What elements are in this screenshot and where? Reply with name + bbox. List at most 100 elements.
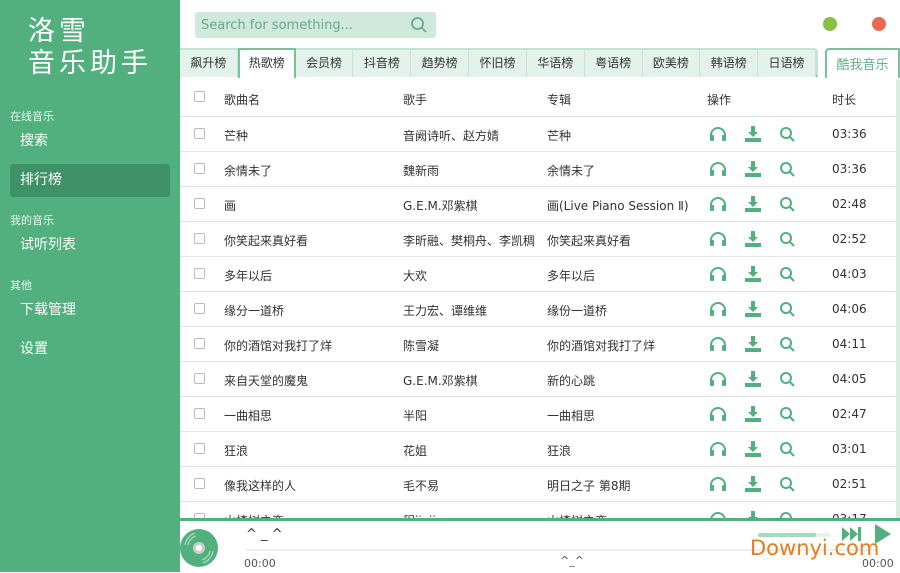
tab-chart-7[interactable]: 粤语榜 bbox=[584, 50, 643, 77]
download-icon[interactable] bbox=[744, 511, 762, 518]
listen-icon[interactable] bbox=[709, 161, 727, 177]
tab-chart-5[interactable]: 怀旧榜 bbox=[469, 50, 527, 77]
table-row[interactable]: 多年以后 大欢 多年以后 04:03 bbox=[180, 257, 896, 292]
search-song-icon[interactable] bbox=[779, 511, 797, 518]
download-icon[interactable] bbox=[744, 371, 762, 387]
search-input[interactable] bbox=[195, 12, 405, 38]
row-checkbox[interactable] bbox=[194, 303, 205, 314]
table-row[interactable]: 来自天堂的魔鬼 G.E.M.邓紫棋 新的心跳 04:05 bbox=[180, 362, 896, 397]
table-row[interactable]: 一曲相思 半阳 一曲相思 02:47 bbox=[180, 397, 896, 432]
search-song-icon[interactable] bbox=[779, 336, 797, 352]
song-name: 余情未了 bbox=[224, 164, 273, 178]
sidebar-item-charts[interactable]: 排行榜 bbox=[10, 164, 170, 197]
listen-icon[interactable] bbox=[709, 301, 727, 317]
tab-chart-8[interactable]: 欧美榜 bbox=[642, 50, 701, 77]
table-row[interactable]: 缘分一道桥 王力宏、谭维维 缘份一道桥 04:06 bbox=[180, 292, 896, 327]
row-checkbox[interactable] bbox=[194, 233, 205, 244]
select-all-checkbox[interactable] bbox=[194, 91, 205, 102]
listen-icon[interactable] bbox=[709, 511, 727, 518]
source-tab-kuwo[interactable]: 酷我音乐 bbox=[825, 48, 900, 78]
row-checkbox[interactable] bbox=[194, 163, 205, 174]
search-song-icon[interactable] bbox=[779, 476, 797, 492]
search-song-icon[interactable] bbox=[779, 196, 797, 212]
song-artist: G.E.M.邓紫棋 bbox=[403, 374, 478, 388]
minimize-button[interactable] bbox=[823, 17, 837, 31]
search-song-icon[interactable] bbox=[779, 371, 797, 387]
download-icon[interactable] bbox=[744, 441, 762, 457]
listen-icon[interactable] bbox=[709, 126, 727, 142]
header-artist: 歌手 bbox=[403, 93, 428, 107]
tab-chart-9[interactable]: 韩语榜 bbox=[700, 50, 759, 77]
song-table: 歌曲名 歌手 专辑 操作 时长 芒种 音阙诗听、赵方婧 芒种 03:36 余情未了 魏新雨… bbox=[180, 80, 896, 518]
row-checkbox[interactable] bbox=[194, 128, 205, 139]
download-icon[interactable] bbox=[744, 231, 762, 247]
table-row[interactable]: 山楂树之恋程jiajia山楂树之恋03:17 bbox=[180, 502, 896, 518]
song-name: 一曲相思 bbox=[224, 409, 273, 423]
close-button[interactable] bbox=[872, 17, 886, 31]
row-actions bbox=[709, 406, 797, 422]
tab-chart-10[interactable]: 日语榜 bbox=[758, 50, 816, 77]
sidebar-item-playlist[interactable]: 试听列表 bbox=[10, 229, 170, 262]
row-checkbox[interactable] bbox=[194, 408, 205, 419]
table-row[interactable]: 你的酒馆对我打了烊 陈雪凝 你的酒馆对我打了烊 04:11 bbox=[180, 327, 896, 362]
header-duration: 时长 bbox=[832, 93, 857, 107]
download-icon[interactable] bbox=[744, 196, 762, 212]
tab-chart-0[interactable]: 飙升榜 bbox=[180, 50, 238, 77]
song-duration: 03:36 bbox=[832, 127, 867, 141]
table-row[interactable]: 狂浪 花姐 狂浪 03:01 bbox=[180, 432, 896, 467]
song-artist: 陈雪凝 bbox=[403, 339, 440, 353]
header-actions: 操作 bbox=[707, 93, 732, 107]
listen-icon[interactable] bbox=[709, 266, 727, 282]
search-song-icon[interactable] bbox=[779, 231, 797, 247]
sidebar-item-settings[interactable]: 设置 bbox=[10, 333, 170, 366]
search-song-icon[interactable] bbox=[779, 266, 797, 282]
download-icon[interactable] bbox=[744, 266, 762, 282]
table-row[interactable]: 你笑起来真好看 李昕融、樊桐舟、李凯稠 你笑起来真好看 02:52 bbox=[180, 222, 896, 257]
row-checkbox[interactable] bbox=[194, 338, 205, 349]
listen-icon[interactable] bbox=[709, 336, 727, 352]
sidebar-item-downloads[interactable]: 下载管理 bbox=[10, 294, 170, 327]
scrollbar[interactable] bbox=[896, 80, 900, 518]
search-icon[interactable] bbox=[410, 16, 428, 34]
table-row[interactable]: 芒种 音阙诗听、赵方婧 芒种 03:36 bbox=[180, 117, 896, 152]
row-checkbox[interactable] bbox=[194, 478, 205, 489]
song-artist: 王力宏、谭维维 bbox=[403, 304, 488, 318]
download-icon[interactable] bbox=[744, 476, 762, 492]
song-artist: 半阳 bbox=[403, 409, 428, 423]
listen-icon[interactable] bbox=[709, 441, 727, 457]
logo-line-2: 音乐助手 bbox=[28, 48, 152, 79]
song-duration: 02:52 bbox=[832, 232, 867, 246]
row-checkbox[interactable] bbox=[194, 198, 205, 209]
row-checkbox[interactable] bbox=[194, 268, 205, 279]
song-duration: 03:36 bbox=[832, 162, 867, 176]
table-row[interactable]: 像我这样的人 毛不易 明日之子 第8期 02:51 bbox=[180, 467, 896, 502]
song-duration: 02:47 bbox=[832, 407, 867, 421]
tab-chart-6[interactable]: 华语榜 bbox=[526, 50, 585, 77]
search-song-icon[interactable] bbox=[779, 406, 797, 422]
listen-icon[interactable] bbox=[709, 406, 727, 422]
tab-chart-3[interactable]: 抖音榜 bbox=[353, 50, 412, 77]
download-icon[interactable] bbox=[744, 161, 762, 177]
row-actions bbox=[709, 161, 797, 177]
listen-icon[interactable] bbox=[709, 196, 727, 212]
tab-chart-2[interactable]: 会员榜 bbox=[295, 50, 354, 77]
search-song-icon[interactable] bbox=[779, 161, 797, 177]
download-icon[interactable] bbox=[744, 126, 762, 142]
row-checkbox[interactable] bbox=[194, 443, 205, 454]
row-checkbox[interactable] bbox=[194, 373, 205, 384]
download-icon[interactable] bbox=[744, 406, 762, 422]
table-row[interactable]: 画 G.E.M.邓紫棋 画(Live Piano Session Ⅱ) 02:48 bbox=[180, 187, 896, 222]
tab-chart-4[interactable]: 趋势榜 bbox=[411, 50, 470, 77]
listen-icon[interactable] bbox=[709, 371, 727, 387]
download-icon[interactable] bbox=[744, 301, 762, 317]
listen-icon[interactable] bbox=[709, 231, 727, 247]
search-song-icon[interactable] bbox=[779, 301, 797, 317]
table-row[interactable]: 余情未了 魏新雨 余情未了 03:36 bbox=[180, 152, 896, 187]
sidebar-item-search[interactable]: 搜索 bbox=[10, 125, 170, 158]
song-duration: 04:03 bbox=[832, 267, 867, 281]
search-song-icon[interactable] bbox=[779, 441, 797, 457]
tab-chart-1[interactable]: 热歌榜 bbox=[237, 48, 296, 78]
listen-icon[interactable] bbox=[709, 476, 727, 492]
download-icon[interactable] bbox=[744, 336, 762, 352]
search-song-icon[interactable] bbox=[779, 126, 797, 142]
